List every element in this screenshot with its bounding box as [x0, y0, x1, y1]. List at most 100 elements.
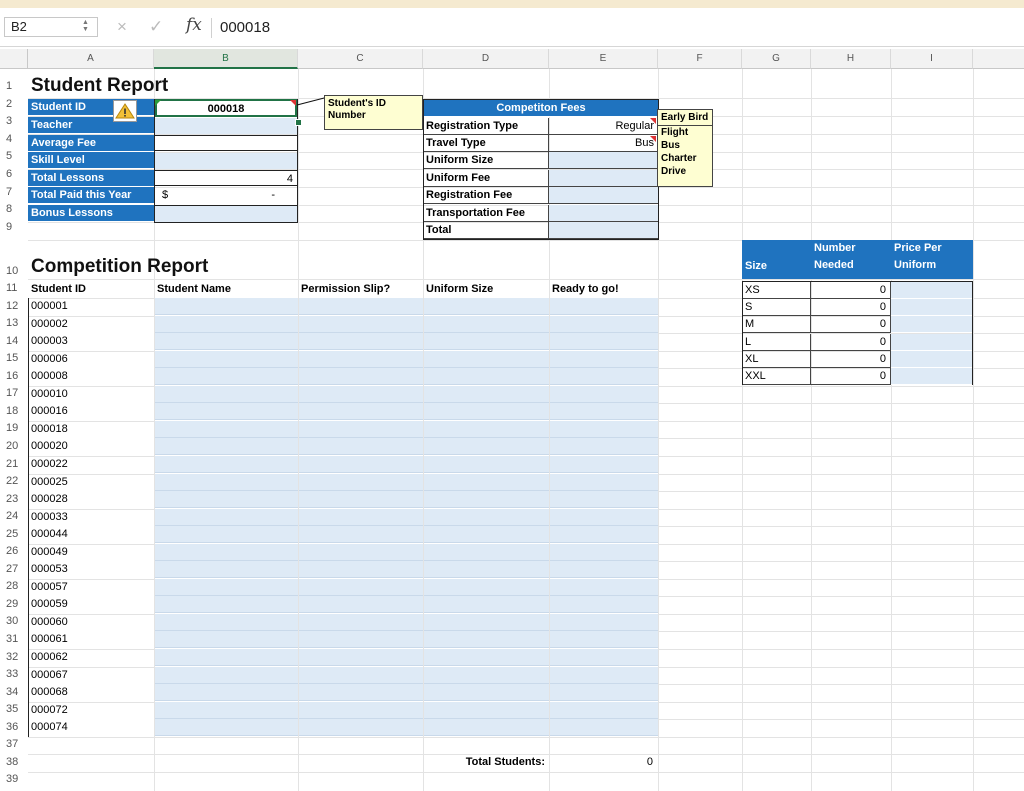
student-id-cell[interactable]: 000049 [28, 544, 154, 562]
competition-input-cell[interactable] [424, 544, 549, 561]
competition-input-cell[interactable] [155, 702, 298, 719]
fees-value-cell[interactable] [549, 205, 658, 222]
bonus-lessons-cell[interactable] [155, 205, 297, 222]
competition-input-cell[interactable] [299, 649, 423, 666]
competition-input-cell[interactable] [299, 456, 423, 473]
row-header[interactable]: 1 [0, 78, 28, 95]
competition-input-cell[interactable] [424, 403, 549, 420]
fees-value-cell[interactable] [549, 222, 658, 239]
competition-input-cell[interactable] [155, 614, 298, 631]
competition-input-cell[interactable] [155, 649, 298, 666]
competition-input-cell[interactable] [155, 561, 298, 578]
competition-input-cell[interactable] [550, 456, 658, 473]
competition-input-cell[interactable] [155, 316, 298, 333]
competition-input-cell[interactable] [550, 368, 658, 385]
competition-input-cell[interactable] [550, 667, 658, 684]
uniform-size-cell[interactable]: S [743, 299, 811, 316]
total-lessons-cell[interactable]: 4 [155, 170, 297, 186]
student-id-cell[interactable]: 000044 [28, 526, 154, 544]
fees-value-cell[interactable] [549, 187, 658, 204]
uniform-size-cell[interactable]: L [743, 334, 811, 351]
fill-handle[interactable] [295, 119, 302, 126]
dropdown-option-early-bird[interactable]: Early Bird [658, 110, 712, 126]
competition-input-cell[interactable] [299, 579, 423, 596]
competition-input-cell[interactable] [299, 596, 423, 613]
competition-input-cell[interactable] [155, 491, 298, 508]
competition-input-cell[interactable] [155, 684, 298, 701]
competition-input-cell[interactable] [155, 596, 298, 613]
competition-input-cell[interactable] [299, 509, 423, 526]
competition-input-cell[interactable] [424, 684, 549, 701]
average-fee-cell[interactable] [155, 135, 297, 151]
competition-input-cell[interactable] [550, 509, 658, 526]
column-header-b[interactable]: B [154, 49, 298, 69]
competition-input-cell[interactable] [299, 544, 423, 561]
competition-input-cell[interactable] [550, 351, 658, 368]
competition-input-cell[interactable] [299, 684, 423, 701]
competition-input-cell[interactable] [550, 474, 658, 491]
competition-input-cell[interactable] [424, 719, 549, 736]
row-header[interactable]: 19 [0, 420, 28, 437]
competition-input-cell[interactable] [299, 298, 423, 315]
competition-input-cell[interactable] [155, 368, 298, 385]
competition-input-cell[interactable] [299, 333, 423, 350]
row-header[interactable]: 3 [0, 113, 28, 130]
competition-input-cell[interactable] [424, 474, 549, 491]
competition-input-cell[interactable] [299, 386, 423, 403]
competition-input-cell[interactable] [550, 438, 658, 455]
competition-input-cell[interactable] [424, 649, 549, 666]
column-header-f[interactable]: F [658, 49, 742, 69]
competition-input-cell[interactable] [424, 491, 549, 508]
skill-level-cell[interactable] [155, 153, 297, 169]
student-id-cell[interactable]: 000072 [28, 702, 154, 720]
competition-input-cell[interactable] [550, 544, 658, 561]
select-all-corner[interactable] [0, 49, 28, 69]
competition-input-cell[interactable] [299, 561, 423, 578]
uniform-price-cell[interactable] [891, 282, 972, 299]
row-header[interactable]: 18 [0, 403, 28, 420]
row-header[interactable]: 11 [0, 280, 28, 297]
student-id-cell[interactable]: 000016 [28, 403, 154, 421]
competition-input-cell[interactable] [299, 421, 423, 438]
competition-input-cell[interactable] [424, 368, 549, 385]
row-header[interactable]: 27 [0, 561, 28, 578]
uniform-price-cell[interactable] [891, 316, 972, 333]
competition-input-cell[interactable] [550, 333, 658, 350]
row-header[interactable]: 6 [0, 166, 28, 183]
competition-input-cell[interactable] [299, 614, 423, 631]
cancel-icon[interactable]: × [117, 17, 127, 37]
competition-input-cell[interactable] [550, 561, 658, 578]
row-header[interactable]: 31 [0, 631, 28, 648]
competition-input-cell[interactable] [550, 491, 658, 508]
competition-input-cell[interactable] [424, 614, 549, 631]
uniform-size-cell[interactable]: XXL [743, 368, 811, 385]
competition-input-cell[interactable] [550, 719, 658, 736]
dropdown-option-flight[interactable]: Flight [658, 126, 712, 139]
student-id-cell[interactable]: 000008 [28, 368, 154, 386]
uniform-size-cell[interactable]: XS [743, 282, 811, 299]
dropdown-option-drive[interactable]: Drive [658, 165, 712, 178]
row-header[interactable]: 2 [0, 96, 28, 113]
student-id-cell[interactable]: 000020 [28, 438, 154, 456]
competition-input-cell[interactable] [424, 438, 549, 455]
competition-input-cell[interactable] [299, 667, 423, 684]
enter-icon[interactable]: ✓ [149, 17, 163, 37]
uniform-price-cell[interactable] [891, 368, 972, 385]
row-header[interactable]: 26 [0, 543, 28, 560]
uniform-needed-cell[interactable]: 0 [811, 334, 891, 351]
row-header[interactable]: 39 [0, 771, 28, 788]
uniform-needed-cell[interactable]: 0 [811, 316, 891, 333]
competition-input-cell[interactable] [155, 403, 298, 420]
competition-input-cell[interactable] [155, 456, 298, 473]
student-id-cell[interactable]: 000018 [28, 421, 154, 439]
student-id-cell[interactable]: 000068 [28, 684, 154, 702]
competition-input-cell[interactable] [550, 526, 658, 543]
student-id-cell[interactable]: 000057 [28, 579, 154, 597]
competition-input-cell[interactable] [155, 509, 298, 526]
row-header[interactable]: 34 [0, 684, 28, 701]
row-header[interactable]: 16 [0, 368, 28, 385]
uniform-needed-cell[interactable]: 0 [811, 351, 891, 368]
row-header[interactable]: 9 [0, 219, 28, 236]
competition-input-cell[interactable] [424, 298, 549, 315]
competition-input-cell[interactable] [550, 298, 658, 315]
